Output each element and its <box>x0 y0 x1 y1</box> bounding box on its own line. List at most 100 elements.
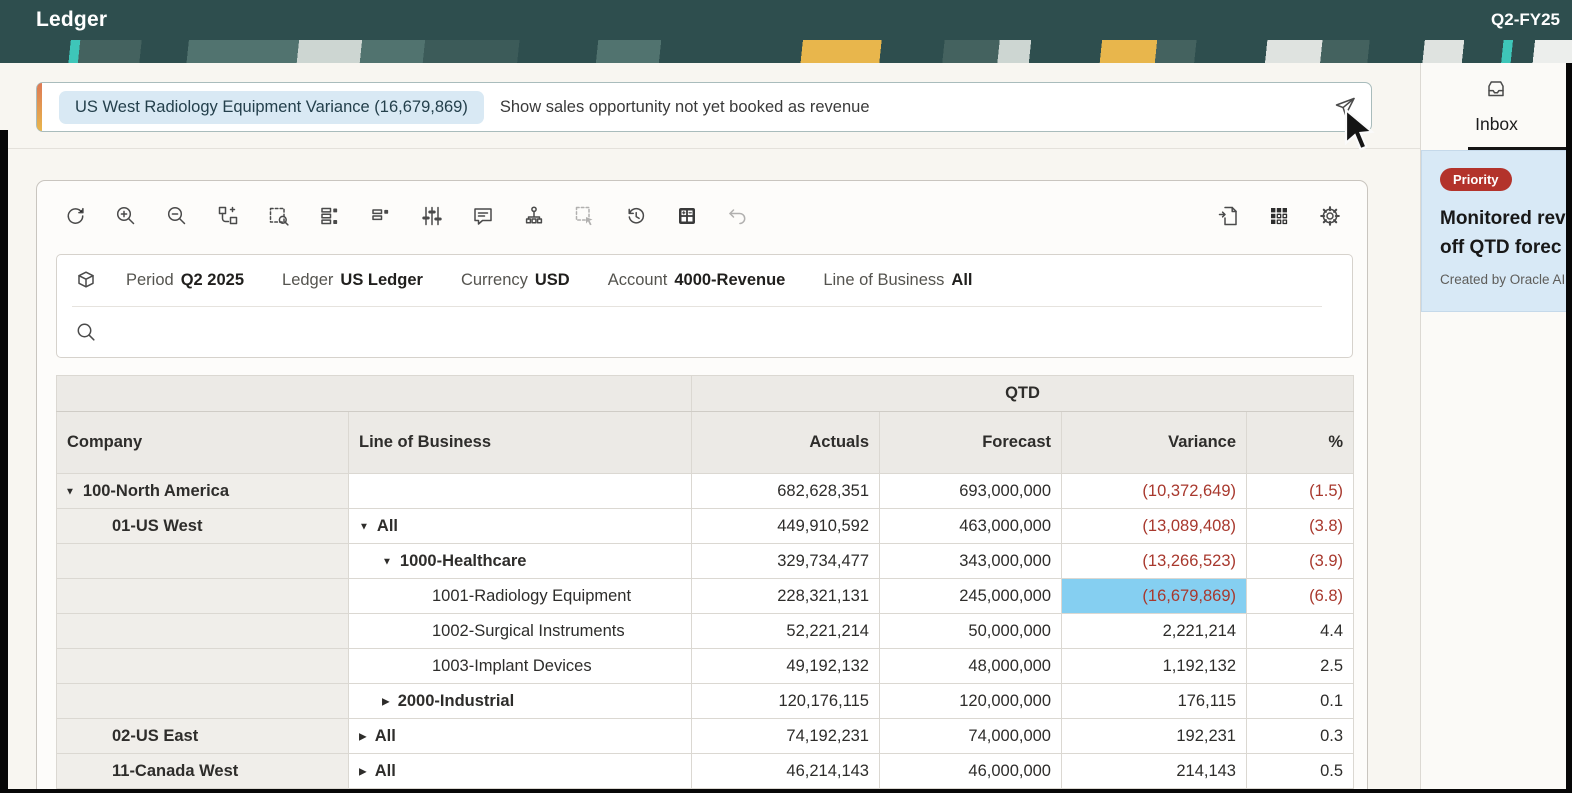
collapse-arrow-icon[interactable]: ▼ <box>65 486 75 497</box>
pov-filter-line-of-business[interactable]: Line of BusinessAll <box>823 271 972 290</box>
company-cell[interactable]: 01-US West <box>57 509 349 544</box>
forecast-cell[interactable]: 74,000,000 <box>880 719 1062 754</box>
company-cell[interactable] <box>57 579 349 614</box>
cell-label: All <box>377 517 398 536</box>
expand-rows-icon[interactable] <box>318 204 342 228</box>
variance-cell[interactable]: (10,372,649) <box>1062 474 1247 509</box>
settings-gear-icon[interactable] <box>1318 204 1342 228</box>
pov-filter-ledger[interactable]: LedgerUS Ledger <box>282 271 423 290</box>
collapse-arrow-icon[interactable]: ▼ <box>359 521 369 532</box>
forecast-cell[interactable]: 245,000,000 <box>880 579 1062 614</box>
lob-cell[interactable]: 1003-Implant Devices <box>349 649 692 684</box>
actuals-cell[interactable]: 74,192,231 <box>692 719 880 754</box>
actuals-cell[interactable]: 329,734,477 <box>692 544 880 579</box>
forecast-cell[interactable]: 48,000,000 <box>880 649 1062 684</box>
col-header-company[interactable]: Company <box>57 412 349 474</box>
col-header-lob[interactable]: Line of Business <box>349 412 692 474</box>
undo-icon <box>726 204 750 228</box>
band-row: QTD <box>57 376 1354 412</box>
forecast-cell[interactable]: 120,000,000 <box>880 684 1062 719</box>
pct-cell[interactable]: (1.5) <box>1247 474 1354 509</box>
lob-cell[interactable]: ▶2000-Industrial <box>349 684 692 719</box>
grid-view-icon[interactable] <box>1267 204 1291 228</box>
variance-cell[interactable]: 214,143 <box>1062 754 1247 789</box>
lob-cell[interactable]: ▼ All <box>349 509 692 544</box>
col-header-forecast[interactable]: Forecast <box>880 412 1062 474</box>
actuals-cell[interactable]: 46,214,143 <box>692 754 880 789</box>
expand-arrow-icon[interactable]: ▶ <box>382 696 390 707</box>
expand-arrow-icon[interactable]: ▶ <box>359 731 367 742</box>
pov-filter-currency[interactable]: CurrencyUSD <box>461 271 570 290</box>
lob-cell[interactable]: ▶All <box>349 754 692 789</box>
pct-cell[interactable]: 0.3 <box>1247 719 1354 754</box>
context-chip[interactable]: US West Radiology Equipment Variance (16… <box>59 91 484 124</box>
lob-cell[interactable]: 1001-Radiology Equipment <box>349 579 692 614</box>
company-cell[interactable] <box>57 684 349 719</box>
variance-cell[interactable]: 192,231 <box>1062 719 1247 754</box>
forecast-cell[interactable]: 693,000,000 <box>880 474 1062 509</box>
pivot-icon[interactable] <box>216 204 240 228</box>
variance-cell[interactable]: 2,221,214 <box>1062 614 1247 649</box>
lob-cell[interactable] <box>349 474 692 509</box>
pov-filter-account[interactable]: Account4000-Revenue <box>608 271 786 290</box>
comment-icon[interactable] <box>471 204 495 228</box>
forecast-cell[interactable]: 50,000,000 <box>880 614 1062 649</box>
adjust-filters-icon[interactable] <box>420 204 444 228</box>
col-header-actuals[interactable]: Actuals <box>692 412 880 474</box>
variance-cell[interactable]: (13,089,408) <box>1062 509 1247 544</box>
lob-cell[interactable]: ▶All <box>349 719 692 754</box>
col-header-pct[interactable]: % <box>1247 412 1354 474</box>
forecast-cell[interactable]: 463,000,000 <box>880 509 1062 544</box>
pct-cell[interactable]: (6.8) <box>1247 579 1354 614</box>
actuals-cell[interactable]: 49,192,132 <box>692 649 880 684</box>
forecast-cell[interactable]: 343,000,000 <box>880 544 1062 579</box>
pct-cell[interactable]: (3.8) <box>1247 509 1354 544</box>
zoom-selection-icon[interactable] <box>267 204 291 228</box>
lob-cell[interactable]: ▼1000-Healthcare <box>349 544 692 579</box>
pct-cell[interactable]: 0.1 <box>1247 684 1354 719</box>
zoom-in-icon[interactable] <box>114 204 138 228</box>
hierarchy-icon[interactable] <box>522 204 546 228</box>
company-cell[interactable]: 11-Canada West <box>57 754 349 789</box>
actuals-cell[interactable]: 120,176,115 <box>692 684 880 719</box>
variance-cell[interactable]: 1,192,132 <box>1062 649 1247 684</box>
actuals-cell[interactable]: 449,910,592 <box>692 509 880 544</box>
company-cell[interactable] <box>57 614 349 649</box>
calculator-grid-icon[interactable] <box>675 204 699 228</box>
pct-cell[interactable]: (3.9) <box>1247 544 1354 579</box>
actuals-cell[interactable]: 52,221,214 <box>692 614 880 649</box>
pct-cell[interactable]: 2.5 <box>1247 649 1354 684</box>
ai-prompt-bar[interactable]: US West Radiology Equipment Variance (16… <box>36 82 1372 132</box>
history-icon[interactable] <box>624 204 648 228</box>
expand-arrow-icon[interactable]: ▶ <box>359 766 367 777</box>
export-document-icon[interactable] <box>1216 204 1240 228</box>
send-icon[interactable] <box>1333 95 1357 119</box>
collapse-rows-icon[interactable] <box>369 204 393 228</box>
col-header-variance[interactable]: Variance <box>1062 412 1247 474</box>
variance-cell[interactable]: (13,266,523) <box>1062 544 1247 579</box>
inbox-card[interactable]: Priority Monitored rev off QTD forec Cre… <box>1421 150 1572 312</box>
company-cell[interactable]: 02-US East <box>57 719 349 754</box>
lob-cell[interactable]: 1002-Surgical Instruments <box>349 614 692 649</box>
actuals-cell[interactable]: 228,321,131 <box>692 579 880 614</box>
zoom-out-icon[interactable] <box>165 204 189 228</box>
pct-cell[interactable]: 4.4 <box>1247 614 1354 649</box>
table-row: 01-US West ▼ All 449,910,592463,000,000(13,… <box>57 509 1354 544</box>
company-cell[interactable] <box>57 544 349 579</box>
notification-title: Monitored rev off QTD forec <box>1440 204 1572 263</box>
pov-filter-period[interactable]: PeriodQ2 2025 <box>126 271 244 290</box>
collapse-arrow-icon[interactable]: ▼ <box>382 556 392 567</box>
variance-cell[interactable]: (16,679,869) <box>1062 579 1247 614</box>
cube-icon[interactable] <box>74 269 98 293</box>
search-icon[interactable] <box>74 320 98 344</box>
company-cell[interactable]: ▼100-North America <box>57 474 349 509</box>
pov-filter-label: Line of Business <box>823 271 944 289</box>
tab-inbox[interactable]: Inbox <box>1421 77 1572 135</box>
company-cell[interactable] <box>57 649 349 684</box>
pct-cell[interactable]: 0.5 <box>1247 754 1354 789</box>
variance-cell[interactable]: 176,115 <box>1062 684 1247 719</box>
refresh-icon[interactable] <box>63 204 87 228</box>
page-title: Ledger <box>36 8 107 32</box>
forecast-cell[interactable]: 46,000,000 <box>880 754 1062 789</box>
actuals-cell[interactable]: 682,628,351 <box>692 474 880 509</box>
